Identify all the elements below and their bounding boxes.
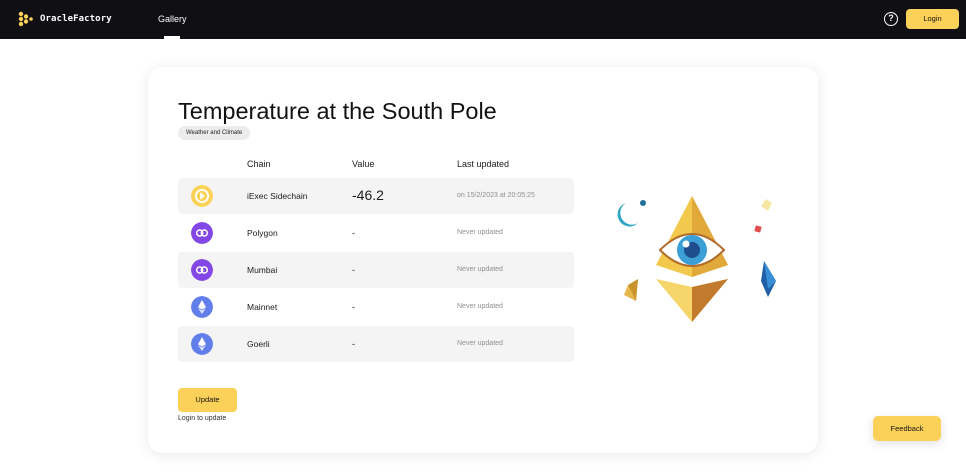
- polygon-icon: [191, 259, 213, 281]
- help-icon[interactable]: ?: [884, 12, 898, 26]
- table-row: Goerli - Never updated: [178, 326, 574, 362]
- last-updated: on 15/2/2023 at 20:05:25: [457, 192, 535, 199]
- column-header-last-updated: Last updated: [457, 159, 510, 169]
- chain-value: -: [352, 302, 355, 312]
- update-button[interactable]: Update: [178, 388, 237, 412]
- oracle-card: Temperature at the South Pole Weather an…: [148, 67, 818, 453]
- iexec-sidechain-icon: [191, 185, 213, 207]
- table-row: Mumbai - Never updated: [178, 252, 574, 288]
- column-header-value: Value: [352, 159, 375, 169]
- ethereum-icon: [191, 296, 213, 318]
- chain-name: Goerli: [247, 339, 270, 349]
- ethereum-icon: [191, 333, 213, 355]
- chain-name: Mumbai: [247, 265, 278, 275]
- chain-value: -: [352, 339, 355, 349]
- last-updated: Never updated: [457, 340, 503, 347]
- chain-value: -: [352, 265, 355, 275]
- login-hint-text: Login to update: [178, 415, 227, 422]
- chain-value: -46.2: [352, 187, 384, 203]
- nav-gallery-link[interactable]: Gallery: [158, 14, 187, 24]
- chain-value: -: [352, 228, 355, 238]
- oraclefactory-logo-icon: [18, 11, 33, 27]
- table-row: Mainnet - Never updated: [178, 289, 574, 325]
- last-updated: Never updated: [457, 303, 503, 310]
- column-header-chain: Chain: [247, 159, 271, 169]
- brand-logo-link[interactable]: OracleFactory: [17, 11, 112, 27]
- feedback-button[interactable]: Feedback: [873, 416, 941, 441]
- last-updated: Never updated: [457, 229, 503, 236]
- oracle-eye-illustration: [617, 196, 776, 322]
- category-tag: Weather and Climate: [178, 126, 251, 140]
- table-row: iExec Sidechain -46.2 on 15/2/2023 at 20…: [178, 178, 574, 214]
- chain-name: Mainnet: [247, 302, 278, 312]
- table-row: Polygon - Never updated: [178, 215, 574, 251]
- chain-name: iExec Sidechain: [247, 191, 308, 201]
- top-navigation-bar: OracleFactory Gallery ? Login: [0, 0, 966, 39]
- active-nav-indicator: [164, 36, 180, 39]
- login-button[interactable]: Login: [906, 9, 959, 29]
- polygon-icon: [191, 222, 213, 244]
- chain-name: Polygon: [247, 228, 278, 238]
- last-updated: Never updated: [457, 266, 503, 273]
- page-title: Temperature at the South Pole: [178, 98, 497, 124]
- brand-name: OracleFactory: [40, 14, 112, 24]
